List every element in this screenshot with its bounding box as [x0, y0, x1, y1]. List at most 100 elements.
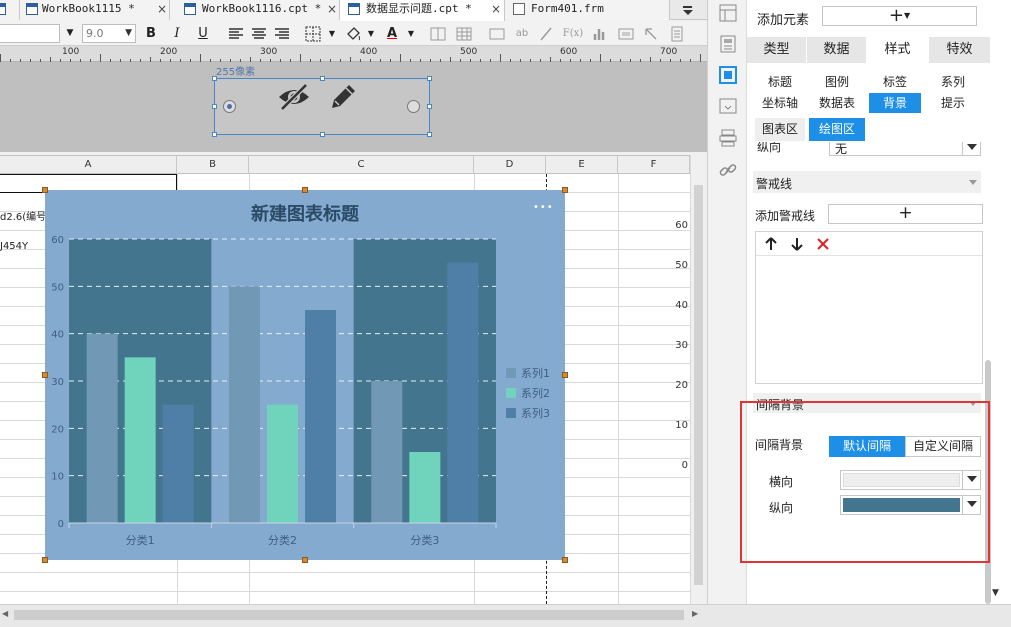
- add-element-button[interactable]: +▼: [822, 6, 977, 26]
- column-c-header[interactable]: C: [249, 156, 474, 174]
- tab-partial[interactable]: [0, 0, 20, 20]
- chevron-down-icon[interactable]: ▼: [322, 24, 342, 43]
- border-icon[interactable]: [303, 24, 323, 43]
- slash-icon[interactable]: [536, 24, 556, 43]
- tab-data[interactable]: 数据: [807, 37, 867, 63]
- tab-type[interactable]: 类型: [747, 37, 807, 63]
- tab-style[interactable]: 样式: [867, 37, 929, 63]
- chevron-down-icon[interactable]: ▼: [401, 24, 421, 43]
- fill-color-icon[interactable]: [343, 24, 363, 43]
- align-right-icon[interactable]: [272, 24, 292, 43]
- chart-attributes-icon[interactable]: [718, 65, 738, 85]
- widget-library-icon[interactable]: [718, 3, 738, 23]
- scroll-down-icon[interactable]: ▼: [992, 588, 999, 598]
- italic-button[interactable]: I: [167, 24, 187, 43]
- radio-left[interactable]: [223, 100, 236, 113]
- column-d-header[interactable]: D: [474, 156, 546, 174]
- font-color-button[interactable]: A: [382, 24, 402, 43]
- pointer-icon[interactable]: [641, 24, 661, 43]
- link-icon[interactable]: [718, 160, 738, 180]
- tab-menu-icon[interactable]: [678, 2, 700, 18]
- tab-form401[interactable]: Form401.frm: [505, 0, 670, 20]
- column-e-header[interactable]: E: [546, 156, 618, 174]
- image-icon[interactable]: [487, 24, 507, 43]
- resize-handle[interactable]: [212, 132, 217, 137]
- tab-workbook1116[interactable]: WorkBook1116.cpt * ×: [170, 0, 340, 20]
- chart-resize-handle[interactable]: [302, 557, 308, 563]
- resize-handle[interactable]: [212, 76, 217, 81]
- subtab-label[interactable]: 标签: [869, 72, 921, 92]
- vertical-scrollbar[interactable]: [690, 155, 707, 604]
- area-tab-chart-area[interactable]: 图表区: [755, 118, 805, 141]
- tab-data-display-issue[interactable]: 数据显示问题.cpt * ×: [340, 0, 505, 21]
- column-a-header[interactable]: A: [0, 156, 177, 174]
- chart-resize-handle[interactable]: [562, 187, 568, 193]
- tab-workbook1115[interactable]: WorkBook1115 * ×: [20, 0, 170, 20]
- subtab-legend[interactable]: 图例: [811, 72, 863, 92]
- subtab-series[interactable]: 系列: [927, 72, 979, 92]
- align-center-icon[interactable]: [249, 24, 269, 43]
- cell-a2[interactable]: J454Y: [0, 241, 28, 252]
- resize-handle[interactable]: [427, 76, 432, 81]
- subtab-background[interactable]: 背景: [869, 93, 921, 113]
- chart-resize-handle[interactable]: [562, 372, 568, 378]
- resize-handle[interactable]: [212, 104, 217, 109]
- table-icon[interactable]: [454, 24, 474, 43]
- formula-icon[interactable]: F(x): [559, 24, 587, 43]
- resize-handle[interactable]: [427, 132, 432, 137]
- arrow-up-icon[interactable]: [764, 237, 778, 251]
- resize-handle[interactable]: [320, 76, 325, 81]
- bar-chart[interactable]: 新建图表标题 ••• 0 10 20 30 40 50 60 分类1 分类2 分类3 系列1 系列2 系…: [42, 187, 568, 563]
- subtab-title[interactable]: 标题: [755, 72, 805, 92]
- layers-icon[interactable]: [718, 128, 738, 148]
- warning-line-section-header[interactable]: 警戒线: [753, 171, 981, 193]
- partial-row: 纵向 无: [747, 142, 987, 164]
- vertical-select-partial[interactable]: 无: [829, 142, 981, 156]
- column-f-header[interactable]: F: [618, 156, 690, 174]
- delete-icon[interactable]: [816, 237, 830, 251]
- cell-a1[interactable]: d2.6(编号: [0, 208, 46, 223]
- chart-plot: 0 10 20 30 40 50 60 分类1 分类2 分类3 系列1 系列2 系列3: [51, 235, 550, 547]
- add-warning-line-button[interactable]: +: [828, 204, 983, 224]
- resize-handle[interactable]: [427, 104, 432, 109]
- resize-handle[interactable]: [320, 132, 325, 137]
- chart-resize-handle[interactable]: [562, 557, 568, 563]
- tab-effects[interactable]: 特效: [929, 37, 991, 63]
- pencil-icon[interactable]: [327, 81, 359, 113]
- highlight-annotation-box: [740, 401, 990, 563]
- bold-button[interactable]: B: [141, 24, 161, 43]
- tab-bar: WorkBook1115 * × WorkBook1116.cpt * × 数据…: [0, 0, 707, 21]
- chart-resize-handle[interactable]: [42, 187, 48, 193]
- font-size-select[interactable]: 9.0 ▼: [82, 24, 136, 43]
- chart-resize-handle[interactable]: [42, 557, 48, 563]
- arrow-down-icon[interactable]: [790, 237, 804, 251]
- underline-button[interactable]: U: [193, 24, 213, 43]
- chevron-down-icon[interactable]: ▼: [60, 24, 80, 43]
- frame-icon[interactable]: [616, 24, 636, 43]
- font-family-select[interactable]: [0, 24, 60, 43]
- close-icon[interactable]: ×: [490, 3, 502, 16]
- chevron-down-icon[interactable]: ▼: [361, 24, 381, 43]
- text-field-icon[interactable]: ab: [512, 24, 532, 43]
- subtab-axis[interactable]: 坐标轴: [755, 93, 805, 113]
- eye-slash-icon[interactable]: [277, 82, 311, 112]
- area-tab-plot-area[interactable]: 绘图区: [809, 118, 865, 141]
- column-b-header[interactable]: B: [177, 156, 249, 174]
- horizontal-scrollbar[interactable]: ◀ ▶: [0, 604, 1011, 627]
- bar-2-1: [124, 357, 156, 523]
- close-icon[interactable]: ×: [156, 3, 168, 16]
- subtab-tooltip[interactable]: 提示: [927, 93, 979, 113]
- bar-chart-icon[interactable]: [590, 24, 610, 43]
- chart-resize-handle[interactable]: [302, 187, 308, 193]
- component-icon[interactable]: [718, 34, 738, 54]
- subtab-data-table[interactable]: 数据表: [811, 93, 863, 113]
- warning-line-list[interactable]: [755, 231, 983, 384]
- align-left-icon[interactable]: [226, 24, 246, 43]
- window-icon[interactable]: [718, 96, 738, 116]
- chart-resize-handle[interactable]: [42, 372, 48, 378]
- document-icon[interactable]: [667, 24, 687, 43]
- form-widget[interactable]: [212, 76, 432, 137]
- close-icon[interactable]: ×: [326, 3, 338, 16]
- merge-cells-icon[interactable]: [428, 24, 448, 43]
- radio-right[interactable]: [407, 100, 420, 113]
